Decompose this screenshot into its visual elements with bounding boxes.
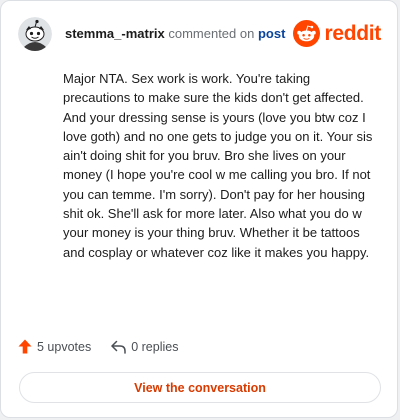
comment-card: stemma_-matrix commented on post reddit …	[0, 0, 398, 418]
comment-body: Major NTA. Sex work is work. You're taki…	[63, 71, 373, 260]
username-link[interactable]: stemma_-matrix	[65, 26, 165, 41]
reply-count: 0 replies	[131, 339, 179, 354]
comment-stats: 5 upvotes 0 replies	[18, 339, 178, 354]
reddit-wordmark: reddit	[324, 21, 381, 45]
view-conversation-button[interactable]: View the conversation	[19, 372, 381, 403]
reddit-logo[interactable]: reddit	[293, 20, 381, 47]
comment-header: stemma_-matrix commented on post reddit	[18, 17, 381, 51]
reply-arrow-icon	[111, 340, 126, 354]
upvote-arrow-icon	[18, 339, 32, 354]
upvote-button[interactable]: 5 upvotes	[18, 339, 91, 354]
upvote-count: 5 upvotes	[37, 339, 92, 354]
replies-button[interactable]: 0 replies	[111, 340, 178, 354]
comment-byline: stemma_-matrix commented on post	[65, 26, 285, 41]
user-avatar[interactable]	[18, 17, 52, 51]
avatar-snoo-icon	[18, 17, 52, 51]
reddit-snoo-icon	[293, 20, 321, 47]
post-link[interactable]: post	[258, 26, 285, 41]
commented-on-text: commented on	[168, 26, 255, 41]
